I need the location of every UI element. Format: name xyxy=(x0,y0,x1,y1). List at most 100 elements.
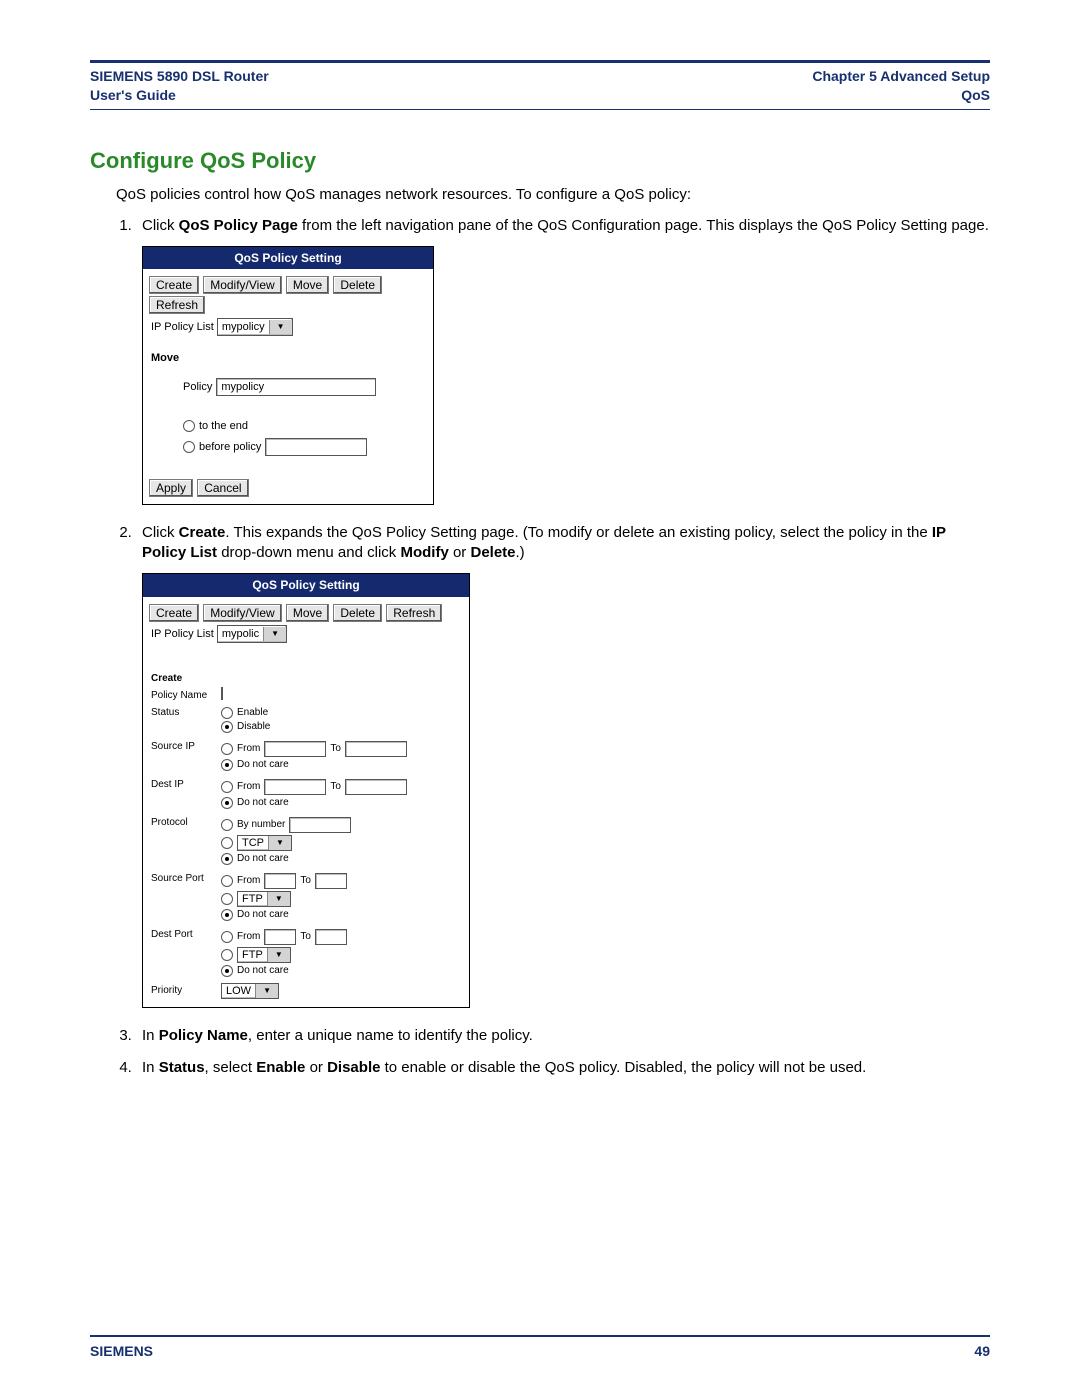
proto-dnc-radio[interactable] xyxy=(221,853,233,865)
to-label: To xyxy=(300,931,311,942)
destport-from-input[interactable] xyxy=(264,929,296,945)
srcport-to-input[interactable] xyxy=(315,873,347,889)
srcip-to-input[interactable] xyxy=(345,741,407,757)
dnc-label: Do not care xyxy=(237,797,289,808)
s2t5: .) xyxy=(516,544,525,561)
ip-policy-selected: mypolicy xyxy=(218,321,269,333)
s2b1: Create xyxy=(179,524,226,541)
status-enable-radio[interactable] xyxy=(221,707,233,719)
panel2-title: QoS Policy Setting xyxy=(143,574,469,596)
dnc-label: Do not care xyxy=(237,965,289,976)
move-section-label: Move xyxy=(143,344,433,368)
chevron-down-icon: ▼ xyxy=(267,892,290,906)
proto-bynumber-radio[interactable] xyxy=(221,819,233,831)
from-label: From xyxy=(237,875,260,886)
cancel-button[interactable]: Cancel xyxy=(197,479,248,497)
intro-text: QoS policies control how QoS manages net… xyxy=(90,185,990,205)
destip-from-radio[interactable] xyxy=(221,781,233,793)
source-port-label: Source Port xyxy=(151,871,221,884)
from-label: From xyxy=(237,743,260,754)
s3t2: , enter a unique name to identify the po… xyxy=(248,1027,533,1044)
s2t2: . This expands the QoS Policy Setting pa… xyxy=(225,524,932,541)
policy-label: Policy xyxy=(183,381,212,393)
s4t2: , select xyxy=(205,1059,257,1076)
dnc-label: Do not care xyxy=(237,909,289,920)
to-label: To xyxy=(300,875,311,886)
priority-select[interactable]: LOW▼ xyxy=(221,983,279,999)
s2t1: Click xyxy=(142,524,179,541)
chevron-down-icon: ▼ xyxy=(255,984,278,998)
to-the-end-radio[interactable] xyxy=(183,420,195,432)
srcip-from-radio[interactable] xyxy=(221,743,233,755)
proto-bynumber-input[interactable] xyxy=(289,817,351,833)
ip-policy-selected: mypolic xyxy=(218,628,263,640)
doc-subtitle: User's Guide xyxy=(90,87,176,103)
section-heading: Configure QoS Policy xyxy=(90,146,990,176)
destip-from-input[interactable] xyxy=(264,779,326,795)
before-policy-label: before policy xyxy=(199,441,261,453)
srcport-ftp-radio[interactable] xyxy=(221,893,233,905)
modify-view-button[interactable]: Modify/View xyxy=(203,276,281,294)
before-policy-input[interactable] xyxy=(265,438,367,456)
proto-select[interactable]: TCP▼ xyxy=(237,835,292,851)
proto-selected: TCP xyxy=(238,837,268,849)
move-button[interactable]: Move xyxy=(286,276,329,294)
before-policy-radio[interactable] xyxy=(183,441,195,453)
move-button[interactable]: Move xyxy=(286,604,329,622)
s3b1: Policy Name xyxy=(159,1027,248,1044)
create-section-label: Create xyxy=(151,671,221,684)
destport-ftp-radio[interactable] xyxy=(221,949,233,961)
by-number-label: By number xyxy=(237,819,285,830)
chevron-down-icon: ▼ xyxy=(267,948,290,962)
create-button[interactable]: Create xyxy=(149,276,199,294)
protocol-label: Protocol xyxy=(151,815,221,828)
s4b3: Disable xyxy=(327,1059,380,1076)
status-disable-label: Disable xyxy=(237,721,270,732)
chapter-label: Chapter 5 Advanced Setup xyxy=(812,68,990,84)
step-3: In Policy Name, enter a unique name to i… xyxy=(136,1026,990,1046)
from-label: From xyxy=(237,781,260,792)
create-button[interactable]: Create xyxy=(149,604,199,622)
proto-tcp-radio[interactable] xyxy=(221,837,233,849)
step1-post: from the left navigation pane of the QoS… xyxy=(298,217,989,234)
delete-button[interactable]: Delete xyxy=(333,276,382,294)
refresh-button[interactable]: Refresh xyxy=(386,604,442,622)
s4t4: to enable or disable the QoS policy. Dis… xyxy=(380,1059,866,1076)
from-label: From xyxy=(237,931,260,942)
destport-from-radio[interactable] xyxy=(221,931,233,943)
status-disable-radio[interactable] xyxy=(221,721,233,733)
s2t4: or xyxy=(449,544,471,561)
step-1: Click QoS Policy Page from the left navi… xyxy=(136,216,990,505)
delete-button[interactable]: Delete xyxy=(333,604,382,622)
header-right: Chapter 5 Advanced Setup QoS xyxy=(812,67,990,105)
chevron-down-icon: ▼ xyxy=(268,836,291,850)
destip-to-input[interactable] xyxy=(345,779,407,795)
policy-input[interactable]: mypolicy xyxy=(216,378,376,396)
srcip-from-input[interactable] xyxy=(264,741,326,757)
ip-policy-list-select[interactable]: mypolic▼ xyxy=(217,625,287,643)
srcport-from-input[interactable] xyxy=(264,873,296,889)
policy-name-label: Policy Name xyxy=(151,688,221,701)
status-label: Status xyxy=(151,705,221,718)
destport-to-input[interactable] xyxy=(315,929,347,945)
destport-dnc-radio[interactable] xyxy=(221,965,233,977)
s4t1: In xyxy=(142,1059,159,1076)
srcport-dnc-radio[interactable] xyxy=(221,909,233,921)
step1-bold: QoS Policy Page xyxy=(179,217,298,234)
page-number: 49 xyxy=(974,1342,990,1361)
panel1-title: QoS Policy Setting xyxy=(143,247,433,269)
srcip-dnc-radio[interactable] xyxy=(221,759,233,771)
ip-policy-list-select[interactable]: mypolicy▼ xyxy=(217,318,293,336)
step1-pre: Click xyxy=(142,217,179,234)
destport-select[interactable]: FTP▼ xyxy=(237,947,291,963)
srcport-from-radio[interactable] xyxy=(221,875,233,887)
apply-button[interactable]: Apply xyxy=(149,479,193,497)
srcport-select[interactable]: FTP▼ xyxy=(237,891,291,907)
ip-policy-list-label: IP Policy List xyxy=(151,321,214,333)
priority-label: Priority xyxy=(151,983,221,996)
modify-view-button[interactable]: Modify/View xyxy=(203,604,281,622)
destip-dnc-radio[interactable] xyxy=(221,797,233,809)
refresh-button[interactable]: Refresh xyxy=(149,296,205,314)
policy-name-input[interactable] xyxy=(221,687,223,700)
s2t3: drop-down menu and click xyxy=(217,544,400,561)
